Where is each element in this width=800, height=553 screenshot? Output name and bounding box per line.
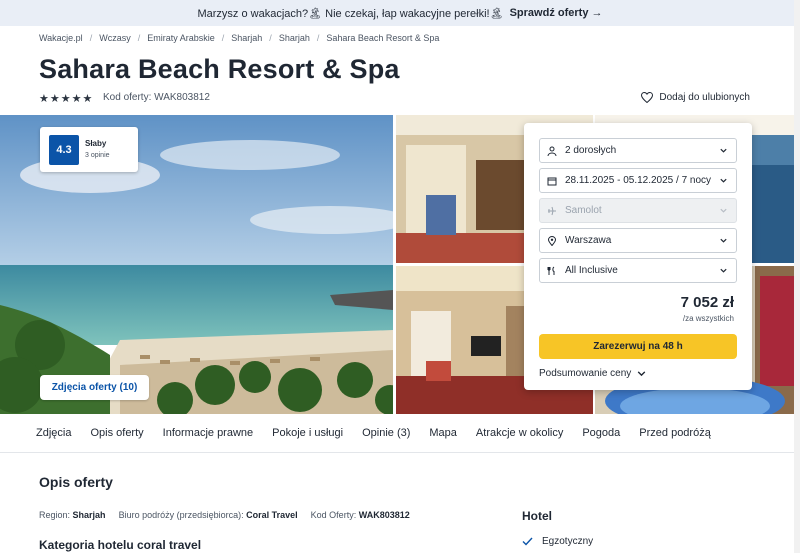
favorite-label: Dodaj do ulubionych xyxy=(659,92,750,103)
chevron-down-icon xyxy=(720,208,727,213)
promo-text: Marzysz o wakacjach?🏝 Nie czekaj, łap wa… xyxy=(197,7,504,20)
price-summary-toggle[interactable]: Podsumowanie ceny xyxy=(539,368,647,379)
departure-value: Warszawa xyxy=(565,235,612,246)
tab-rooms[interactable]: Pokoje i usługi xyxy=(272,427,343,439)
breadcrumb-item[interactable]: Wczasy xyxy=(99,33,131,43)
offer-meta: Region: Sharjah Biuro podróży (przedsięb… xyxy=(39,510,423,520)
add-to-favorites-button[interactable]: Dodaj do ulubionych xyxy=(641,92,750,103)
rating-score: 4.3 xyxy=(49,134,79,165)
chevron-down-icon xyxy=(720,148,727,153)
location-pin-icon xyxy=(546,235,558,247)
feature-label: Egzotyczny xyxy=(542,536,594,547)
tab-reviews[interactable]: Opinie (3) xyxy=(362,427,410,439)
promo-banner: Marzysz o wakacjach?🏝 Nie czekaj, łap wa… xyxy=(0,0,800,26)
page-title: Sahara Beach Resort & Spa xyxy=(39,54,400,84)
travelers-select[interactable]: 2 dorosłych xyxy=(539,138,737,163)
code-label: Kod Oferty: xyxy=(310,510,357,520)
calendar-icon xyxy=(546,175,558,187)
transport-value: Samolot xyxy=(565,205,602,216)
star-icon: ★ xyxy=(49,93,60,105)
heart-icon xyxy=(641,92,654,103)
hotel-box-title: Hotel xyxy=(522,509,552,523)
section-tabs: Zdjęcia Opis oferty Informacje prawne Po… xyxy=(0,414,800,453)
description-title: Opis oferty xyxy=(39,474,113,490)
rating-label: Słaby xyxy=(85,138,107,148)
star-icon: ★ xyxy=(60,93,71,105)
plane-icon xyxy=(546,205,558,217)
board-select[interactable]: All Inclusive xyxy=(539,258,737,283)
chevron-down-icon xyxy=(720,268,727,273)
chevron-down-icon xyxy=(720,238,727,243)
price-note: /za wszystkich xyxy=(682,314,734,323)
promo-link[interactable]: Sprawdź oferty → xyxy=(510,7,603,19)
rating-card[interactable]: 4.3 Słaby 3 opinie xyxy=(40,127,138,172)
feature-item: Egzotyczny xyxy=(522,536,593,547)
breadcrumb-item[interactable]: Emiraty Arabskie xyxy=(147,33,215,43)
category-title: Kategoria hotelu coral travel xyxy=(39,538,202,552)
price-summary-label: Podsumowanie ceny xyxy=(539,368,632,379)
dates-select[interactable]: 28.11.2025 - 05.12.2025 / 7 nocy xyxy=(539,168,737,193)
chevron-down-icon xyxy=(720,178,727,183)
board-value: All Inclusive xyxy=(565,265,618,276)
breadcrumb-item[interactable]: Sharjah xyxy=(231,33,262,43)
booking-panel: 2 dorosłych 28.11.2025 - 05.12.2025 / 7 … xyxy=(524,123,752,390)
tab-description[interactable]: Opis oferty xyxy=(90,427,143,439)
star-icon: ★ xyxy=(39,93,49,105)
breadcrumb-item[interactable]: Sharjah xyxy=(279,33,310,43)
tab-legal[interactable]: Informacje prawne xyxy=(163,427,254,439)
region-label: Region: xyxy=(39,510,71,520)
offer-code: Kod oferty: WAK803812 xyxy=(103,92,210,103)
code-value: WAK803812 xyxy=(358,510,410,520)
scrollbar[interactable] xyxy=(794,0,800,553)
tab-attractions[interactable]: Atrakcje w okolicy xyxy=(476,427,563,439)
person-icon xyxy=(546,145,558,157)
photos-button[interactable]: Zdjęcia oferty (10) xyxy=(40,375,149,400)
departure-select[interactable]: Warszawa xyxy=(539,228,737,253)
agency-label: Biuro podróży (przedsiębiorca): xyxy=(118,510,244,520)
transport-select: Samolot xyxy=(539,198,737,223)
travelers-value: 2 dorosłych xyxy=(565,145,617,156)
dates-value: 28.11.2025 - 05.12.2025 / 7 nocy xyxy=(565,175,712,186)
chevron-down-icon xyxy=(638,371,646,377)
tab-weather[interactable]: Pogoda xyxy=(582,427,620,439)
rating-count: 3 opinie xyxy=(85,151,110,159)
tab-map[interactable]: Mapa xyxy=(429,427,457,439)
star-icon: ★ xyxy=(71,93,82,105)
breadcrumb-item[interactable]: Wakacje.pl xyxy=(39,33,83,43)
checkmark-icon xyxy=(522,537,533,546)
region-value: Sharjah xyxy=(72,510,106,520)
star-icon: ★ xyxy=(82,93,93,105)
reserve-button[interactable]: Zarezerwuj na 48 h xyxy=(539,334,737,359)
tab-photos[interactable]: Zdjęcia xyxy=(36,427,71,439)
agency-value: Coral Travel xyxy=(246,510,298,520)
star-rating: ★ ★ ★ ★ ★ xyxy=(39,92,92,105)
cutlery-icon xyxy=(546,265,558,277)
total-price: 7 052 zł xyxy=(680,294,734,311)
breadcrumb: Wakacje.pl / Wczasy / Emiraty Arabskie / Sh… xyxy=(39,33,440,43)
breadcrumb-item-current: Sahara Beach Resort & Spa xyxy=(326,33,440,43)
tab-before-trip[interactable]: Przed podróżą xyxy=(639,427,711,439)
